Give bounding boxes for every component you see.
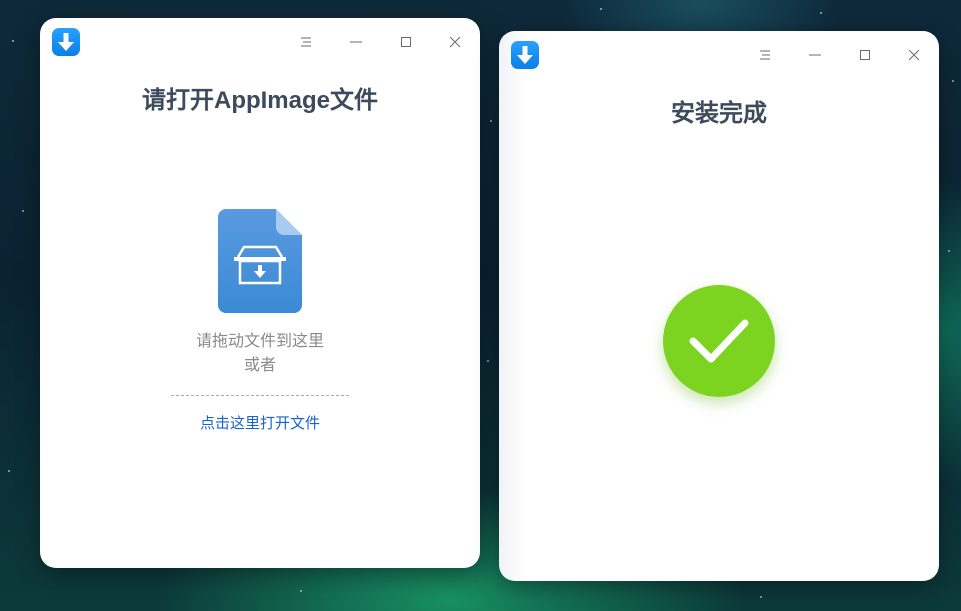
minimize-button[interactable] [344,30,368,54]
appimage-open-window: 请打开AppImage文件 请拖动文件到这里 或者 点击这里打开文件 [40,18,480,568]
maximize-button[interactable] [853,43,877,67]
checkmark-icon [663,285,775,397]
download-arrow-icon [52,28,80,56]
download-arrow-icon [511,41,539,69]
close-icon [449,33,461,52]
close-button[interactable] [902,43,926,67]
maximize-button[interactable] [394,30,418,54]
divider [171,395,349,396]
window-title: 请打开AppImage文件 [141,87,378,114]
drag-hint-text: 请拖动文件到这里 [195,331,324,350]
minimize-icon [350,33,362,52]
minimize-icon [809,46,821,65]
close-icon [908,46,920,65]
appimage-file-icon[interactable] [218,209,302,313]
window-title: 安装完成 [671,100,767,127]
open-file-link[interactable]: 点击这里打开文件 [40,412,480,433]
menu-button[interactable] [753,43,777,67]
menu-icon [300,33,312,52]
or-text: 或者 [243,355,276,374]
install-complete-window: 安装完成 [499,31,939,581]
maximize-icon [400,33,412,52]
menu-button[interactable] [294,30,318,54]
menu-icon [759,46,771,65]
minimize-button[interactable] [803,43,827,67]
maximize-icon [859,46,871,65]
close-button[interactable] [443,30,467,54]
